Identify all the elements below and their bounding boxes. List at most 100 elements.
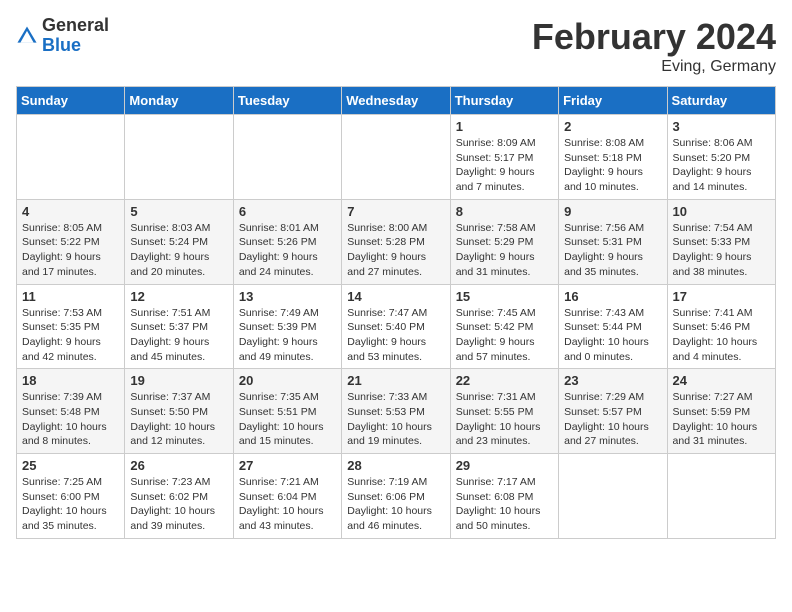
day-info: Sunrise: 7:53 AM Sunset: 5:35 PM Dayligh… — [22, 306, 119, 365]
header-wednesday: Wednesday — [342, 87, 450, 115]
day-info: Sunrise: 7:56 AM Sunset: 5:31 PM Dayligh… — [564, 221, 661, 280]
day-number: 23 — [564, 373, 661, 388]
header-tuesday: Tuesday — [233, 87, 341, 115]
table-row: 11 Sunrise: 7:53 AM Sunset: 5:35 PM Dayli… — [17, 284, 125, 369]
table-row: 1Sunrise: 8:09 AM Sunset: 5:17 PM Daylig… — [450, 115, 558, 200]
table-row: 13 Sunrise: 7:49 AM Sunset: 5:39 PM Dayli… — [233, 284, 341, 369]
day-number: 21 — [347, 373, 444, 388]
day-number: 19 — [130, 373, 227, 388]
table-row: 26 Sunrise: 7:23 AM Sunset: 6:02 PM Dayli… — [125, 454, 233, 539]
day-number: 11 — [22, 289, 119, 304]
day-info: Sunrise: 7:51 AM Sunset: 5:37 PM Dayligh… — [130, 306, 227, 365]
day-info: Sunrise: 7:43 AM Sunset: 5:44 PM Dayligh… — [564, 306, 661, 365]
day-info: Sunrise: 7:47 AM Sunset: 5:40 PM Dayligh… — [347, 306, 444, 365]
day-info: Sunrise: 7:21 AM Sunset: 6:04 PM Dayligh… — [239, 475, 336, 534]
day-info: Sunrise: 7:35 AM Sunset: 5:51 PM Dayligh… — [239, 390, 336, 449]
logo-blue: Blue — [42, 36, 109, 56]
table-row: 18 Sunrise: 7:39 AM Sunset: 5:48 PM Dayli… — [17, 369, 125, 454]
table-row: 24 Sunrise: 7:27 AM Sunset: 5:59 PM Dayli… — [667, 369, 775, 454]
table-row — [342, 115, 450, 200]
table-row — [233, 115, 341, 200]
calendar-title: February 2024 — [532, 16, 776, 58]
day-info: Sunrise: 7:29 AM Sunset: 5:57 PM Dayligh… — [564, 390, 661, 449]
calendar-week-row: 1Sunrise: 8:09 AM Sunset: 5:17 PM Daylig… — [17, 115, 776, 200]
day-info: Sunrise: 8:03 AM Sunset: 5:24 PM Dayligh… — [130, 221, 227, 280]
day-info: Sunrise: 8:05 AM Sunset: 5:22 PM Dayligh… — [22, 221, 119, 280]
day-number: 24 — [673, 373, 770, 388]
table-row: 6 Sunrise: 8:01 AM Sunset: 5:26 PM Daylig… — [233, 199, 341, 284]
table-row: 23 Sunrise: 7:29 AM Sunset: 5:57 PM Dayli… — [559, 369, 667, 454]
day-info: Sunrise: 7:25 AM Sunset: 6:00 PM Dayligh… — [22, 475, 119, 534]
day-number: 13 — [239, 289, 336, 304]
day-info: Sunrise: 8:09 AM Sunset: 5:17 PM Dayligh… — [456, 136, 553, 195]
table-row: 16 Sunrise: 7:43 AM Sunset: 5:44 PM Dayli… — [559, 284, 667, 369]
table-row: 28 Sunrise: 7:19 AM Sunset: 6:06 PM Dayli… — [342, 454, 450, 539]
day-info: Sunrise: 7:17 AM Sunset: 6:08 PM Dayligh… — [456, 475, 553, 534]
header-saturday: Saturday — [667, 87, 775, 115]
logo-icon — [16, 25, 38, 47]
table-row: 17 Sunrise: 7:41 AM Sunset: 5:46 PM Dayli… — [667, 284, 775, 369]
day-info: Sunrise: 8:06 AM Sunset: 5:20 PM Dayligh… — [673, 136, 770, 195]
day-number: 18 — [22, 373, 119, 388]
day-info: Sunrise: 7:39 AM Sunset: 5:48 PM Dayligh… — [22, 390, 119, 449]
calendar-week-row: 18 Sunrise: 7:39 AM Sunset: 5:48 PM Dayli… — [17, 369, 776, 454]
day-number: 12 — [130, 289, 227, 304]
table-row: 20 Sunrise: 7:35 AM Sunset: 5:51 PM Dayli… — [233, 369, 341, 454]
table-row: 4 Sunrise: 8:05 AM Sunset: 5:22 PM Daylig… — [17, 199, 125, 284]
day-info: Sunrise: 8:08 AM Sunset: 5:18 PM Dayligh… — [564, 136, 661, 195]
calendar-week-row: 25 Sunrise: 7:25 AM Sunset: 6:00 PM Dayli… — [17, 454, 776, 539]
table-row: 14Sunrise: 7:47 AM Sunset: 5:40 PM Dayli… — [342, 284, 450, 369]
day-info: Sunrise: 7:58 AM Sunset: 5:29 PM Dayligh… — [456, 221, 553, 280]
table-row: 7Sunrise: 8:00 AM Sunset: 5:28 PM Daylig… — [342, 199, 450, 284]
day-info: Sunrise: 7:31 AM Sunset: 5:55 PM Dayligh… — [456, 390, 553, 449]
header-friday: Friday — [559, 87, 667, 115]
day-number: 8 — [456, 204, 553, 219]
header-sunday: Sunday — [17, 87, 125, 115]
day-info: Sunrise: 8:01 AM Sunset: 5:26 PM Dayligh… — [239, 221, 336, 280]
table-row: 3Sunrise: 8:06 AM Sunset: 5:20 PM Daylig… — [667, 115, 775, 200]
day-number: 22 — [456, 373, 553, 388]
table-row: 2 Sunrise: 8:08 AM Sunset: 5:18 PM Daylig… — [559, 115, 667, 200]
table-row: 19 Sunrise: 7:37 AM Sunset: 5:50 PM Dayli… — [125, 369, 233, 454]
day-number: 2 — [564, 119, 661, 134]
calendar-table: Sunday Monday Tuesday Wednesday Thursday… — [16, 86, 776, 539]
day-number: 17 — [673, 289, 770, 304]
day-number: 16 — [564, 289, 661, 304]
table-row — [667, 454, 775, 539]
table-row — [17, 115, 125, 200]
table-row — [559, 454, 667, 539]
day-number: 29 — [456, 458, 553, 473]
day-number: 4 — [22, 204, 119, 219]
day-number: 10 — [673, 204, 770, 219]
table-row: 27Sunrise: 7:21 AM Sunset: 6:04 PM Dayli… — [233, 454, 341, 539]
day-info: Sunrise: 7:33 AM Sunset: 5:53 PM Dayligh… — [347, 390, 444, 449]
calendar-subtitle: Eving, Germany — [532, 58, 776, 76]
table-row: 25 Sunrise: 7:25 AM Sunset: 6:00 PM Dayli… — [17, 454, 125, 539]
logo-text: General Blue — [42, 16, 109, 56]
logo-general: General — [42, 16, 109, 36]
day-number: 26 — [130, 458, 227, 473]
table-row: 21 Sunrise: 7:33 AM Sunset: 5:53 PM Dayli… — [342, 369, 450, 454]
day-info: Sunrise: 7:27 AM Sunset: 5:59 PM Dayligh… — [673, 390, 770, 449]
day-info: Sunrise: 7:23 AM Sunset: 6:02 PM Dayligh… — [130, 475, 227, 534]
header-monday: Monday — [125, 87, 233, 115]
day-number: 6 — [239, 204, 336, 219]
logo: General Blue — [16, 16, 109, 56]
table-row: 15Sunrise: 7:45 AM Sunset: 5:42 PM Dayli… — [450, 284, 558, 369]
header-thursday: Thursday — [450, 87, 558, 115]
day-number: 20 — [239, 373, 336, 388]
day-info: Sunrise: 7:41 AM Sunset: 5:46 PM Dayligh… — [673, 306, 770, 365]
day-info: Sunrise: 7:54 AM Sunset: 5:33 PM Dayligh… — [673, 221, 770, 280]
day-number: 28 — [347, 458, 444, 473]
page-header: General Blue February 2024 Eving, German… — [16, 16, 776, 76]
day-info: Sunrise: 7:37 AM Sunset: 5:50 PM Dayligh… — [130, 390, 227, 449]
table-row: 8 Sunrise: 7:58 AM Sunset: 5:29 PM Daylig… — [450, 199, 558, 284]
day-info: Sunrise: 8:00 AM Sunset: 5:28 PM Dayligh… — [347, 221, 444, 280]
day-info: Sunrise: 7:49 AM Sunset: 5:39 PM Dayligh… — [239, 306, 336, 365]
calendar-week-row: 11 Sunrise: 7:53 AM Sunset: 5:35 PM Dayli… — [17, 284, 776, 369]
table-row: 9 Sunrise: 7:56 AM Sunset: 5:31 PM Daylig… — [559, 199, 667, 284]
table-row: 29 Sunrise: 7:17 AM Sunset: 6:08 PM Dayli… — [450, 454, 558, 539]
day-number: 25 — [22, 458, 119, 473]
day-info: Sunrise: 7:19 AM Sunset: 6:06 PM Dayligh… — [347, 475, 444, 534]
day-number: 9 — [564, 204, 661, 219]
